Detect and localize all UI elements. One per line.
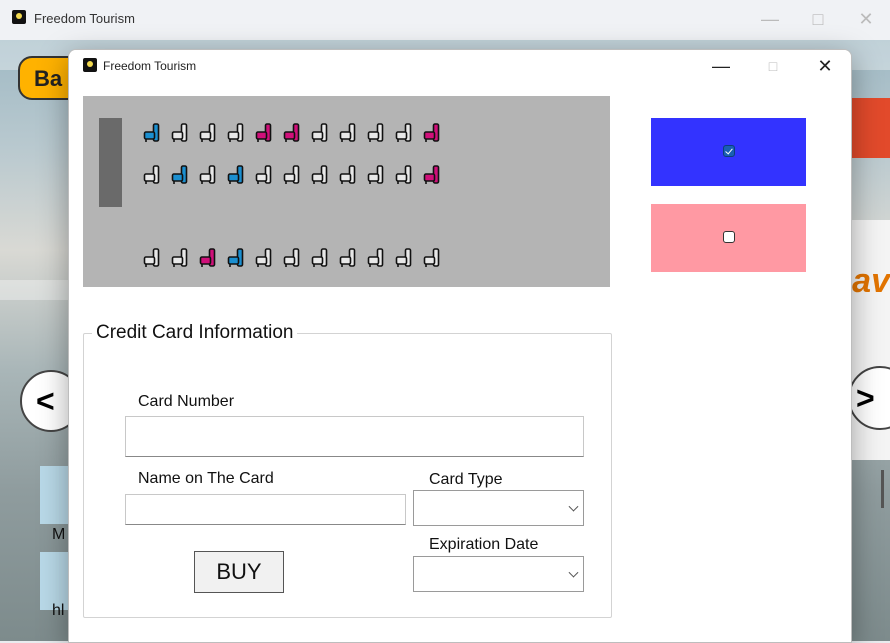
- legend-pink-checkbox[interactable]: [723, 231, 735, 243]
- seat-icon[interactable]: [423, 165, 440, 185]
- background-window-controls: — □ ✕: [746, 0, 890, 40]
- seat-icon[interactable]: [227, 123, 244, 143]
- seat-map: [83, 96, 610, 287]
- seat-icon[interactable]: [255, 248, 272, 268]
- seat-icon[interactable]: [283, 165, 300, 185]
- seat-icon[interactable]: [283, 248, 300, 268]
- seat-icon[interactable]: [143, 165, 160, 185]
- seat-icon[interactable]: [255, 123, 272, 143]
- seat-icon[interactable]: [227, 248, 244, 268]
- credit-card-group-title: Credit Card Information: [92, 322, 298, 344]
- card-number-label: Card Number: [138, 393, 235, 410]
- driver-seat: [99, 118, 122, 207]
- dialog-window: Freedom Tourism — □ ✕ Credit Card Inform…: [68, 49, 852, 643]
- seat-icon[interactable]: [339, 248, 356, 268]
- seat-icon[interactable]: [255, 165, 272, 185]
- seat-icon[interactable]: [423, 248, 440, 268]
- expiration-date-select[interactable]: [413, 556, 584, 592]
- seat-icon[interactable]: [367, 165, 384, 185]
- card-type-label: Card Type: [429, 471, 503, 488]
- app-icon: [83, 58, 97, 72]
- seat-icon[interactable]: [143, 248, 160, 268]
- seat-icon[interactable]: [199, 123, 216, 143]
- legend-pink-panel[interactable]: [651, 204, 806, 272]
- card-number-input[interactable]: [125, 416, 584, 457]
- background-titlebar: Freedom Tourism — □ ✕: [0, 0, 890, 41]
- background-scrollbar[interactable]: [881, 470, 884, 508]
- buy-button[interactable]: BUY: [194, 551, 284, 593]
- seat-icon[interactable]: [199, 248, 216, 268]
- chevron-down-icon: [568, 501, 579, 512]
- close-icon[interactable]: ✕: [799, 50, 851, 84]
- minimize-icon[interactable]: —: [695, 50, 747, 84]
- expiration-date-label: Expiration Date: [429, 536, 539, 553]
- seat-icon[interactable]: [367, 248, 384, 268]
- legend-blue-panel[interactable]: [651, 118, 806, 186]
- seat-icon[interactable]: [395, 165, 412, 185]
- seat-icon[interactable]: [339, 165, 356, 185]
- seat-icon[interactable]: [199, 165, 216, 185]
- seat-icon[interactable]: [367, 123, 384, 143]
- seat-icon[interactable]: [171, 123, 188, 143]
- legend-blue-checkbox[interactable]: [723, 145, 735, 157]
- seat-icon[interactable]: [339, 123, 356, 143]
- background-card: [40, 466, 70, 524]
- background-list-item[interactable]: hl: [52, 602, 64, 620]
- dialog-title: Freedom Tourism: [103, 59, 197, 73]
- background-list-item[interactable]: M: [52, 526, 65, 544]
- seat-row: [143, 123, 440, 143]
- maximize-icon[interactable]: □: [747, 50, 799, 84]
- maximize-icon[interactable]: □: [794, 0, 842, 40]
- seat-icon[interactable]: [395, 123, 412, 143]
- seat-icon[interactable]: [171, 248, 188, 268]
- seat-icon[interactable]: [283, 123, 300, 143]
- seat-row: [143, 165, 440, 185]
- name-on-card-input[interactable]: [125, 494, 406, 525]
- seat-icon[interactable]: [311, 123, 328, 143]
- app-icon: [12, 10, 26, 24]
- dialog-titlebar: Freedom Tourism — □ ✕: [69, 50, 851, 84]
- card-type-select[interactable]: [413, 490, 584, 526]
- seat-icon[interactable]: [423, 123, 440, 143]
- chevron-down-icon: [568, 567, 579, 578]
- close-icon[interactable]: ✕: [842, 0, 890, 40]
- seat-icon[interactable]: [171, 165, 188, 185]
- seat-row: [143, 248, 440, 268]
- seat-icon[interactable]: [227, 165, 244, 185]
- dialog-window-controls: — □ ✕: [695, 50, 851, 84]
- background-bus-text: av: [852, 262, 890, 300]
- name-on-card-label: Name on The Card: [138, 470, 274, 487]
- seat-icon[interactable]: [311, 165, 328, 185]
- credit-card-group: Credit Card Information Card Number Name…: [83, 322, 612, 618]
- seat-icon[interactable]: [395, 248, 412, 268]
- seat-icon[interactable]: [311, 248, 328, 268]
- seat-icon[interactable]: [143, 123, 160, 143]
- minimize-icon[interactable]: —: [746, 0, 794, 40]
- background-window-title: Freedom Tourism: [34, 11, 135, 26]
